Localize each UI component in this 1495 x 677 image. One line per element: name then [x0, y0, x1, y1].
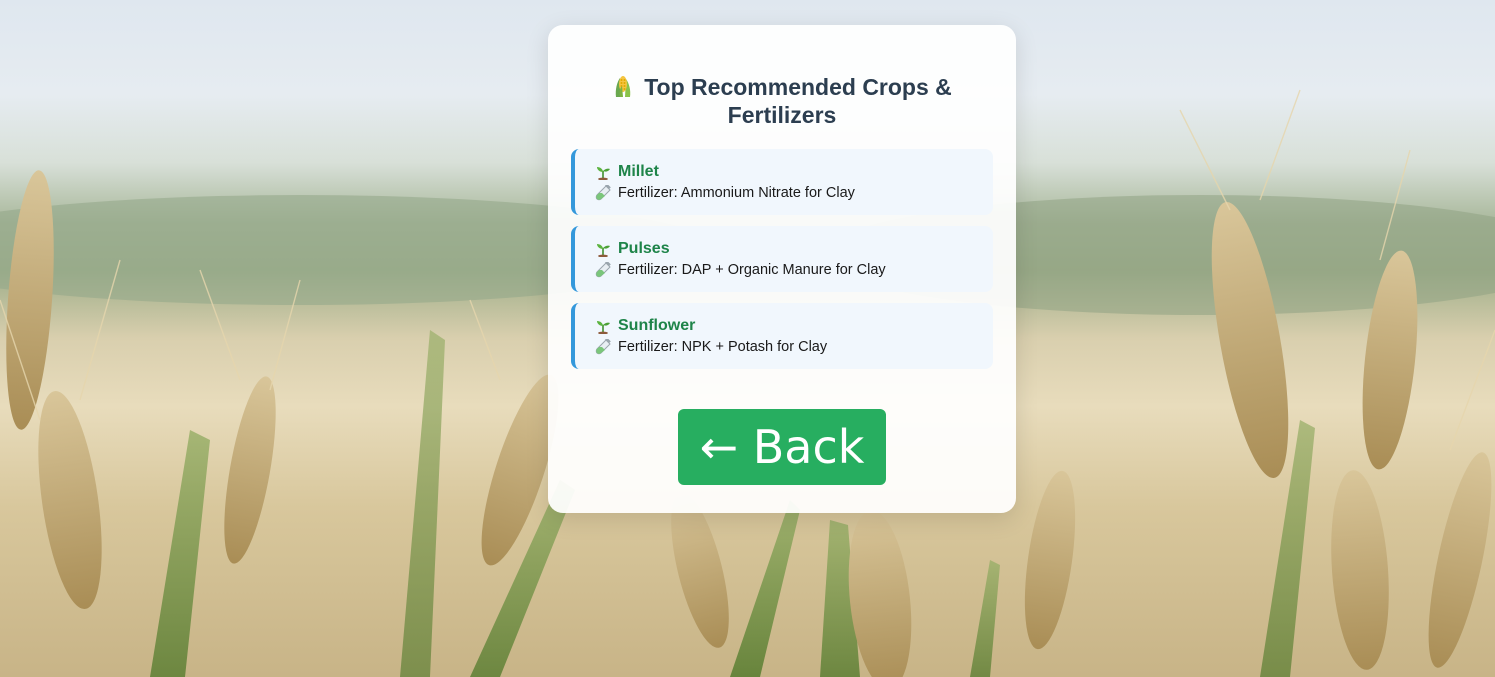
list-item: Sunflower Fertilizer: NPK + Potash for C…: [571, 303, 993, 369]
list-item: Millet Fertilizer: Ammonium Nitrate for …: [571, 149, 993, 215]
page-title-text: Top Recommended Crops & Fertilizers: [644, 74, 952, 128]
crop-name: Millet: [618, 163, 659, 180]
recommendation-card: Top Recommended Crops & Fertilizers Mill…: [548, 25, 1016, 513]
ear-of-corn-icon: [615, 76, 631, 97]
test-tube-icon: [595, 262, 611, 278]
crop-row: Pulses: [595, 238, 973, 260]
crop-row: Millet: [595, 161, 973, 183]
seedling-icon: [597, 244, 610, 257]
fertilizer-text: Fertilizer: Ammonium Nitrate for Clay: [618, 185, 855, 201]
fertilizer-row: Fertilizer: NPK + Potash for Clay: [595, 337, 973, 357]
crop-name: Pulses: [618, 240, 670, 257]
seedling-icon: [597, 167, 610, 180]
crop-row: Sunflower: [595, 315, 973, 337]
seedling-icon: [597, 321, 610, 334]
crop-name: Sunflower: [618, 317, 696, 334]
fertilizer-row: Fertilizer: Ammonium Nitrate for Clay: [595, 183, 973, 203]
back-button[interactable]: ← Back: [678, 409, 886, 485]
fertilizer-text: Fertilizer: NPK + Potash for Clay: [618, 339, 828, 355]
recommendation-list: Millet Fertilizer: Ammonium Nitrate for …: [571, 149, 993, 369]
page-title: Top Recommended Crops & Fertilizers: [571, 73, 993, 129]
list-item: Pulses Fertilizer: DAP + Organic Manure …: [571, 226, 993, 292]
fertilizer-row: Fertilizer: DAP + Organic Manure for Cla…: [595, 260, 973, 280]
test-tube-icon: [595, 339, 611, 355]
test-tube-icon: [595, 185, 611, 201]
fertilizer-text: Fertilizer: DAP + Organic Manure for Cla…: [618, 262, 886, 278]
